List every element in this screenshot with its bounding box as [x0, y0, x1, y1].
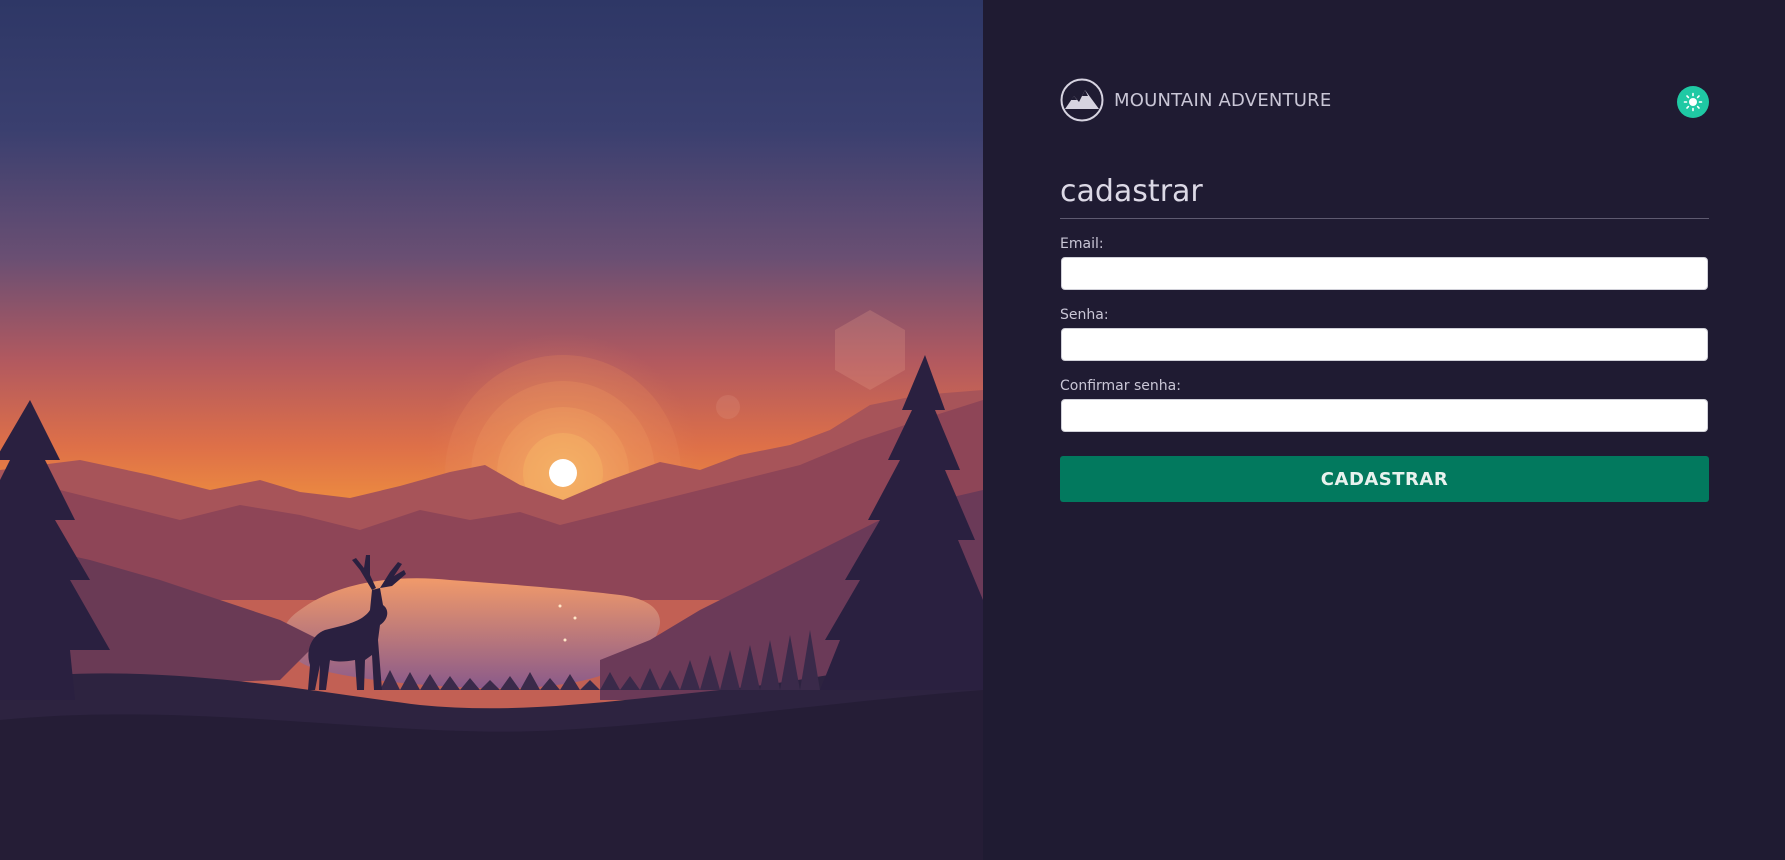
submit-button[interactable]: CADASTRAR [1060, 456, 1709, 502]
form-title: cadastrar [1060, 172, 1709, 219]
email-input[interactable] [1061, 257, 1708, 290]
confirm-password-label: Confirmar senha: [1060, 378, 1181, 394]
sunset-landscape-image [0, 0, 983, 860]
signup-panel: MOUNTAIN ADVENTURE cadastrar Email: Senh… [983, 0, 1785, 860]
password-field-group: Senha: [1060, 306, 1709, 361]
password-label: Senha: [1060, 307, 1109, 323]
mountain-logo-icon [1060, 78, 1104, 122]
signup-page: MOUNTAIN ADVENTURE cadastrar Email: Senh… [0, 0, 1785, 860]
confirm-password-field-group: Confirmar senha: [1060, 377, 1709, 432]
hero-illustration [0, 0, 983, 860]
email-label: Email: [1060, 236, 1104, 252]
theme-toggle-button[interactable] [1677, 86, 1709, 118]
confirm-password-input[interactable] [1061, 399, 1708, 432]
brand[interactable]: MOUNTAIN ADVENTURE [1060, 78, 1331, 122]
password-input[interactable] [1061, 328, 1708, 361]
sun-icon [1683, 92, 1703, 112]
email-field-group: Email: [1060, 235, 1709, 290]
signup-form: cadastrar Email: Senha: Confirmar senha:… [1060, 172, 1709, 502]
brand-name: MOUNTAIN ADVENTURE [1114, 89, 1332, 111]
